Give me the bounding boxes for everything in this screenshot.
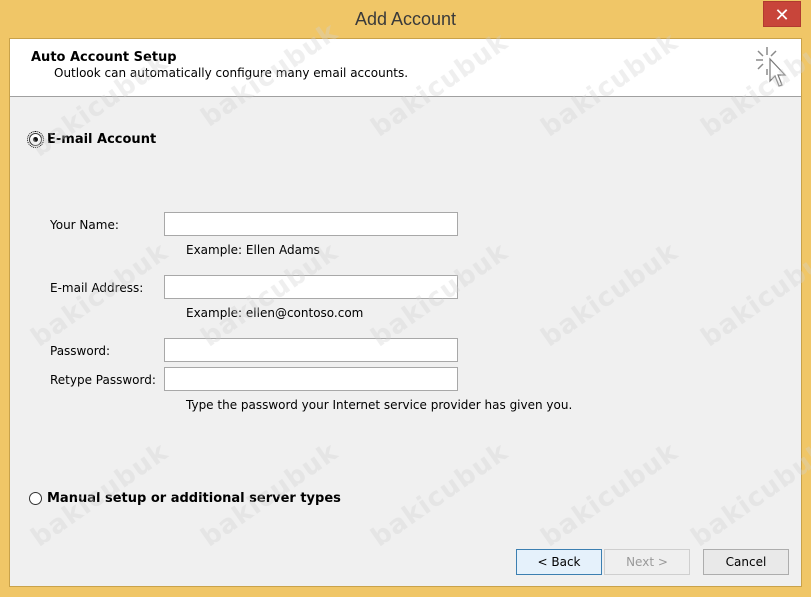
cancel-button[interactable]: Cancel bbox=[703, 549, 789, 575]
manual-setup-option[interactable]: Manual setup or additional server types bbox=[29, 491, 341, 506]
back-button[interactable]: < Back bbox=[516, 549, 602, 575]
email-account-radio[interactable] bbox=[27, 131, 44, 148]
header-subtitle: Outlook can automatically configure many… bbox=[54, 66, 409, 80]
add-account-window: Add Account ✕ Auto Account Setup Outlook… bbox=[0, 0, 811, 597]
next-button[interactable]: Next > bbox=[604, 549, 690, 575]
retype-password-label: Retype Password: bbox=[50, 373, 156, 387]
password-input[interactable] bbox=[164, 338, 458, 362]
title-bar[interactable]: Add Account ✕ bbox=[0, 0, 811, 38]
cursor-sparkle-icon bbox=[756, 47, 787, 87]
email-account-option[interactable]: E-mail Account bbox=[27, 131, 157, 148]
your-name-input[interactable] bbox=[164, 212, 458, 236]
email-address-label: E-mail Address: bbox=[50, 281, 144, 295]
close-button[interactable]: ✕ bbox=[763, 1, 801, 27]
email-account-label: E-mail Account bbox=[47, 132, 157, 147]
your-name-hint: Example: Ellen Adams bbox=[186, 243, 320, 257]
window-title: Add Account bbox=[354, 9, 457, 29]
password-label: Password: bbox=[50, 344, 111, 358]
manual-setup-radio[interactable] bbox=[29, 492, 42, 505]
password-hint: Type the password your Internet service … bbox=[186, 398, 573, 412]
retype-password-input[interactable] bbox=[164, 367, 458, 391]
close-icon: ✕ bbox=[774, 5, 790, 25]
dialog-client-area: Auto Account Setup Outlook can automatic… bbox=[9, 38, 802, 587]
header-title: Auto Account Setup bbox=[31, 50, 177, 65]
header-panel: Auto Account Setup Outlook can automatic… bbox=[10, 39, 801, 97]
manual-setup-label: Manual setup or additional server types bbox=[47, 491, 341, 506]
email-address-hint: Example: ellen@contoso.com bbox=[186, 306, 364, 320]
email-address-input[interactable] bbox=[164, 275, 458, 299]
your-name-label: Your Name: bbox=[50, 218, 119, 232]
